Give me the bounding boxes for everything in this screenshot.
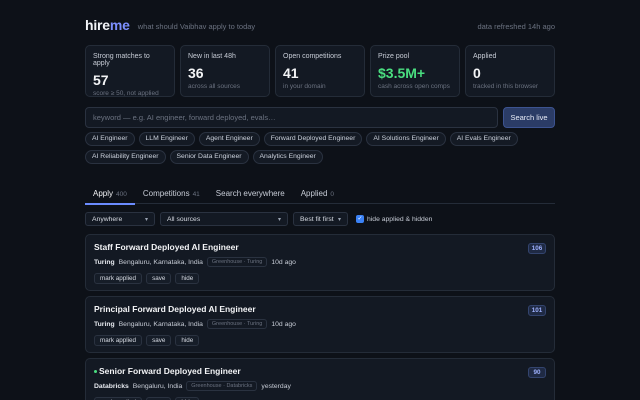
- tabs: Apply 400 Competitions 41 Search everywher…: [85, 186, 555, 205]
- header: hireme what should Vaibhav apply to toda…: [85, 16, 555, 34]
- stat-new-48h: New in last 48h 36 across all sources: [180, 45, 270, 97]
- job-actions: mark applied save hide: [94, 273, 546, 284]
- job-title-row[interactable]: Senior Forward Deployed Engineer: [94, 366, 546, 376]
- job-title[interactable]: Staff Forward Deployed AI Engineer: [94, 242, 546, 252]
- mark-applied-button[interactable]: mark applied: [94, 273, 143, 284]
- stat-applied: Applied 0 tracked in this browser: [465, 45, 555, 97]
- filters-row: Anywhere ▾ All sources ▾ Best fit first ▾ ✓…: [85, 212, 555, 226]
- job-card[interactable]: Principal Forward Deployed AI Engineer T…: [85, 296, 555, 353]
- logo[interactable]: hireme: [85, 17, 130, 33]
- mark-applied-button[interactable]: mark applied: [94, 335, 143, 346]
- stat-strong-matches: Strong matches to apply 57 score ≥ 50, n…: [85, 45, 175, 97]
- score-badge: 101: [528, 305, 546, 316]
- sort-select[interactable]: Best fit first ▾: [293, 212, 348, 226]
- chip-ai-solutions-engineer[interactable]: AI Solutions Engineer: [366, 132, 446, 146]
- job-source-badge: Greenhouse · Turing: [206, 319, 268, 329]
- chip-analytics-engineer[interactable]: Analytics Engineer: [252, 150, 323, 164]
- chip-agent-engineer[interactable]: Agent Engineer: [198, 132, 260, 146]
- tab-applied[interactable]: Applied 0: [293, 186, 342, 204]
- tab-apply[interactable]: Apply 400: [85, 186, 135, 205]
- save-button[interactable]: save: [146, 335, 172, 346]
- chip-senior-data-engineer[interactable]: Senior Data Engineer: [169, 150, 249, 164]
- job-card[interactable]: Senior Forward Deployed Engineer Databri…: [85, 358, 555, 400]
- chevron-down-icon: ▾: [277, 216, 281, 223]
- job-location: Bengaluru, Karnataka, India: [118, 320, 203, 328]
- job-actions: mark applied save hide: [94, 335, 546, 346]
- job-card[interactable]: Staff Forward Deployed AI Engineer Turin…: [85, 234, 555, 291]
- search-live-button[interactable]: Search live: [503, 107, 555, 128]
- refresh-status: data refreshed 14h ago: [477, 21, 555, 31]
- keyword-chips: AI Engineer LLM Engineer Agent Engineer …: [85, 132, 555, 164]
- hide-button[interactable]: hide: [175, 335, 200, 346]
- source-select[interactable]: All sources ▾: [160, 212, 288, 226]
- job-meta: Turing Bengaluru, Karnataka, India Green…: [94, 319, 546, 329]
- job-company: Turing: [94, 258, 115, 266]
- stats-row: Strong matches to apply 57 score ≥ 50, n…: [85, 45, 555, 97]
- tab-search-everywhere[interactable]: Search everywhere: [208, 186, 293, 204]
- stat-prize-pool: Prize pool $3.5M+ cash across open comps: [370, 45, 460, 97]
- chip-ai-reliability-engineer[interactable]: AI Reliability Engineer: [85, 150, 166, 164]
- new-indicator-icon: [94, 369, 97, 373]
- tagline: what should Vaibhav apply to today: [137, 21, 256, 31]
- job-age: 10d ago: [271, 258, 296, 266]
- job-title[interactable]: Principal Forward Deployed AI Engineer: [94, 304, 546, 314]
- check-icon[interactable]: ✓: [356, 215, 364, 223]
- tab-competitions[interactable]: Competitions 41: [135, 186, 208, 204]
- job-source-badge: Greenhouse · Databricks: [186, 381, 258, 391]
- job-company: Turing: [94, 320, 115, 328]
- location-select[interactable]: Anywhere ▾: [85, 212, 155, 226]
- job-meta: Databricks Bengaluru, India Greenhouse ·…: [94, 381, 546, 391]
- job-location: Bengaluru, Karnataka, India: [118, 258, 203, 266]
- hide-button[interactable]: hide: [175, 273, 200, 284]
- chevron-down-icon: ▾: [144, 216, 148, 223]
- job-age: 10d ago: [271, 320, 296, 328]
- search-row: Search live: [85, 107, 555, 128]
- chip-forward-deployed-engineer[interactable]: Forward Deployed Engineer: [263, 132, 363, 146]
- job-source-badge: Greenhouse · Turing: [206, 257, 268, 267]
- job-meta: Turing Bengaluru, Karnataka, India Green…: [94, 257, 546, 267]
- chip-ai-engineer[interactable]: AI Engineer: [85, 132, 135, 146]
- save-button[interactable]: save: [146, 273, 172, 284]
- chip-ai-evals-engineer[interactable]: AI Evals Engineer: [449, 132, 518, 146]
- job-company: Databricks: [94, 382, 129, 390]
- job-age: yesterday: [261, 382, 291, 390]
- hide-applied-toggle[interactable]: ✓ hide applied & hidden: [356, 215, 432, 223]
- stat-open-competitions: Open competitions 41 in your domain: [275, 45, 365, 97]
- job-location: Bengaluru, India: [132, 382, 183, 390]
- chevron-down-icon: ▾: [337, 216, 341, 223]
- score-badge: 106: [528, 243, 546, 254]
- score-badge: 90: [528, 367, 546, 378]
- chip-llm-engineer[interactable]: LLM Engineer: [138, 132, 195, 146]
- search-input[interactable]: [85, 107, 498, 128]
